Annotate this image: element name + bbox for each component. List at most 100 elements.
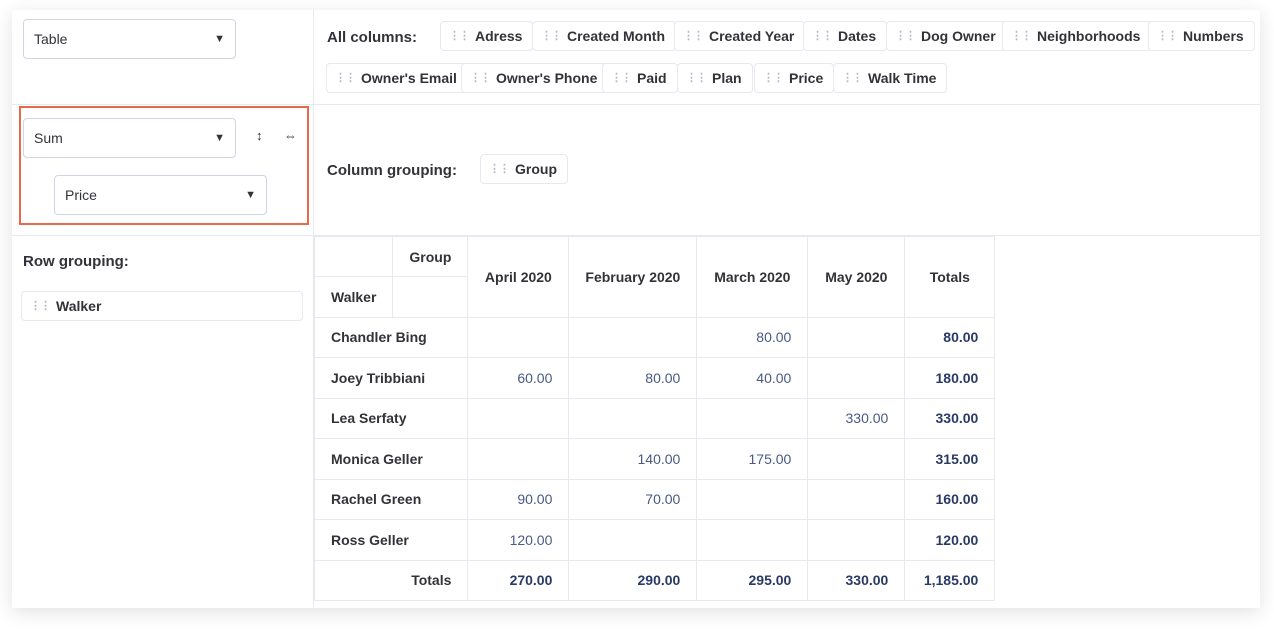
corner-blank-cell — [392, 276, 469, 318]
value-cell: 40.00 — [696, 357, 809, 399]
value-cell: 140.00 — [568, 438, 698, 480]
column-chip[interactable]: ⋮⋮ Owner's Phone — [461, 63, 609, 93]
view-type-value: Table — [34, 31, 68, 47]
row-total-cell: 180.00 — [904, 357, 996, 399]
value-cell — [467, 397, 570, 439]
column-chip-label: Created Year — [709, 28, 795, 44]
totals-row: Totals 270.00 290.00 295.00 330.00 1,185… — [313, 559, 996, 601]
column-chip[interactable]: ⋮⋮ Price — [754, 63, 835, 93]
value-cell: 120.00 — [467, 519, 570, 561]
column-grouping-chip[interactable]: ⋮⋮ Group — [480, 154, 568, 184]
row-total-cell: 120.00 — [904, 519, 996, 561]
column-chip[interactable]: ⋮⋮ Adress — [440, 21, 534, 51]
column-chip[interactable]: ⋮⋮ Dog Owner — [886, 21, 1007, 51]
column-chip[interactable]: ⋮⋮ Plan — [677, 63, 753, 93]
drag-handle-icon: ⋮⋮ — [470, 71, 491, 84]
view-type-select[interactable]: Table ▼ — [23, 19, 236, 59]
grand-total-cell: 1,185.00 — [904, 559, 996, 601]
column-chip-label: Dog Owner — [921, 28, 996, 44]
aggregation-field-select[interactable]: Price ▼ — [54, 175, 267, 215]
value-cell — [568, 397, 698, 439]
column-grouping-label: Column grouping: — [327, 162, 457, 179]
drag-handle-icon: ⋮⋮ — [842, 71, 863, 84]
column-chip-label: Plan — [712, 70, 742, 86]
column-header[interactable]: March 2020 — [696, 236, 809, 318]
value-cell — [467, 438, 570, 480]
value-cell — [807, 478, 906, 520]
column-grouping-chip-label: Group — [515, 161, 557, 177]
column-chip[interactable]: ⋮⋮ Owner's Email — [326, 63, 468, 93]
column-total-cell: 295.00 — [696, 559, 809, 601]
value-cell — [807, 438, 906, 480]
row-label[interactable]: Ross Geller — [313, 519, 469, 561]
value-cell: 330.00 — [807, 397, 906, 439]
column-chip-label: Walk Time — [868, 70, 937, 86]
value-cell — [807, 316, 906, 358]
pivot-table: Group April 2020 February 2020 March 202… — [313, 236, 996, 601]
column-chip[interactable]: ⋮⋮ Numbers — [1148, 21, 1255, 51]
value-cell — [696, 397, 809, 439]
value-cell: 60.00 — [467, 357, 570, 399]
aggregation-function-value: Sum — [34, 130, 63, 146]
column-total-cell: 290.00 — [568, 559, 698, 601]
column-chip-label: Paid — [637, 70, 667, 86]
row-label[interactable]: Chandler Bing — [313, 316, 469, 358]
row-label[interactable]: Joey Tribbiani — [313, 357, 469, 399]
table-header-row: Group April 2020 February 2020 March 202… — [313, 236, 996, 318]
corner-blank-cell — [313, 236, 394, 277]
vertical-arrows-icon[interactable]: ↕ — [256, 128, 263, 143]
column-chip[interactable]: ⋮⋮ Neighborhoods — [1002, 21, 1152, 51]
row-grouping-chip[interactable]: ⋮⋮ Walker — [21, 291, 303, 321]
totals-column-header[interactable]: Totals — [904, 236, 996, 318]
table-row: Lea Serfaty 330.00 330.00 — [313, 397, 996, 439]
column-total-cell: 330.00 — [807, 559, 906, 601]
totals-row-label: Totals — [313, 559, 469, 601]
table-row: Chandler Bing 80.00 80.00 — [313, 316, 996, 358]
value-cell — [568, 519, 698, 561]
value-cell: 175.00 — [696, 438, 809, 480]
drag-handle-icon: ⋮⋮ — [449, 29, 470, 42]
column-chip-label: Dates — [838, 28, 877, 44]
value-cell: 70.00 — [568, 478, 698, 520]
row-grouping-label: Row grouping: — [23, 253, 129, 270]
corner-walker-cell: Walker — [313, 276, 394, 318]
aggregation-field-value: Price — [65, 187, 97, 203]
column-header[interactable]: February 2020 — [568, 236, 698, 318]
column-chip[interactable]: ⋮⋮ Paid — [602, 63, 678, 93]
value-cell: 80.00 — [696, 316, 809, 358]
column-chip[interactable]: ⋮⋮ Dates — [803, 21, 888, 51]
row-total-cell: 160.00 — [904, 478, 996, 520]
column-chip[interactable]: ⋮⋮ Created Month — [532, 21, 676, 51]
divider-top — [12, 104, 1260, 105]
drag-handle-icon: ⋮⋮ — [335, 71, 356, 84]
table-row: Monica Geller 140.00 175.00 315.00 — [313, 438, 996, 480]
value-cell — [807, 357, 906, 399]
column-chip[interactable]: ⋮⋮ Created Year — [674, 21, 806, 51]
all-columns-label: All columns: — [327, 29, 418, 46]
row-label[interactable]: Lea Serfaty — [313, 397, 469, 439]
caret-down-icon: ▼ — [214, 33, 225, 45]
column-header[interactable]: May 2020 — [807, 236, 906, 318]
value-cell — [568, 316, 698, 358]
column-header[interactable]: April 2020 — [467, 236, 570, 318]
column-chip-label: Adress — [475, 28, 523, 44]
row-total-cell: 315.00 — [904, 438, 996, 480]
row-label[interactable]: Rachel Green — [313, 478, 469, 520]
column-chip-label: Owner's Email — [361, 70, 457, 86]
aggregation-function-select[interactable]: Sum ▼ — [23, 118, 236, 158]
corner-group-cell: Group — [392, 236, 469, 277]
row-total-cell: 80.00 — [904, 316, 996, 358]
value-cell — [696, 519, 809, 561]
pivot-panel: Table ▼ Sum ▼ ↕ ⇔ Price ▼ Row grouping: … — [12, 10, 1260, 608]
column-chip-label: Numbers — [1183, 28, 1244, 44]
column-chip-label: Neighborhoods — [1037, 28, 1141, 44]
column-chip-label: Owner's Phone — [496, 70, 598, 86]
table-row: Joey Tribbiani 60.00 80.00 40.00 180.00 — [313, 357, 996, 399]
drag-handle-icon: ⋮⋮ — [763, 71, 784, 84]
row-label[interactable]: Monica Geller — [313, 438, 469, 480]
horizontal-arrows-icon[interactable]: ⇔ — [284, 128, 297, 143]
column-chip[interactable]: ⋮⋮ Walk Time — [833, 63, 948, 93]
value-cell: 80.00 — [568, 357, 698, 399]
drag-handle-icon: ⋮⋮ — [686, 71, 707, 84]
drag-handle-icon: ⋮⋮ — [895, 29, 916, 42]
